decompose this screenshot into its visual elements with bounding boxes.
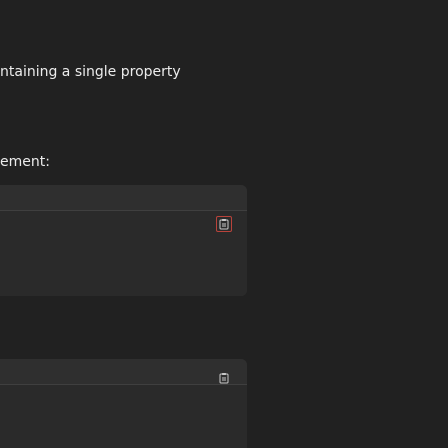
code-block-header	[0, 359, 247, 385]
message-text-line: ement:	[0, 154, 50, 170]
clipboard-icon-glyph	[219, 373, 229, 384]
code-block	[0, 359, 247, 448]
code-block-body	[0, 385, 247, 448]
code-block-body	[0, 211, 247, 296]
clipboard-icon-glyph	[219, 219, 229, 230]
code-block	[0, 185, 247, 296]
clipboard-icon[interactable]	[216, 370, 232, 386]
clipboard-icon[interactable]	[216, 216, 232, 232]
message-text-line: ntaining a single property	[0, 64, 181, 80]
code-block-header	[0, 185, 247, 211]
